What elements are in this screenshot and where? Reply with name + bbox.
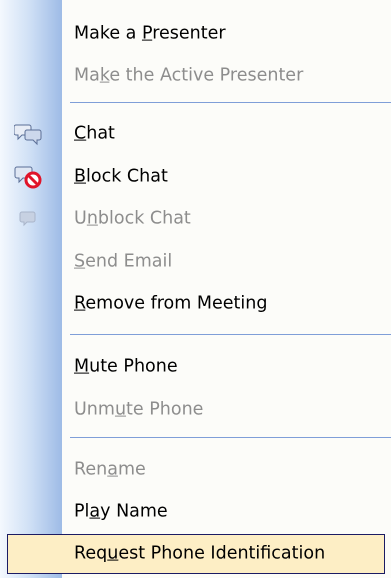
menu-item-label: Make a Presenter	[74, 23, 226, 44]
menu-item-mute-phone[interactable]: Mute Phone	[0, 347, 391, 387]
menu-item-send-email[interactable]: Send Email	[0, 242, 391, 282]
menu-item-label: Make the Active Presenter	[74, 65, 304, 86]
menu-item-rename[interactable]: Rename	[0, 450, 391, 490]
context-menu: Make a Presenter Make the Active Present…	[0, 0, 391, 578]
menu-item-remove-from-meeting[interactable]: Remove from Meeting	[0, 284, 391, 324]
menu-item-label: Unblock Chat	[74, 208, 191, 229]
menu-separator	[70, 334, 391, 335]
menu-item-label: Send Email	[74, 251, 173, 272]
menu-item-label: Chat	[74, 123, 115, 144]
menu-item-make-active-presenter[interactable]: Make the Active Presenter	[0, 56, 391, 96]
menu-item-label: Play Name	[74, 501, 168, 522]
menu-item-block-chat[interactable]: Block Chat	[0, 157, 391, 197]
menu-item-label: Request Phone Identification	[74, 543, 326, 564]
menu-item-unblock-chat[interactable]: Unblock Chat	[0, 199, 391, 239]
unblock-chat-icon	[19, 211, 36, 227]
chat-bubbles-icon	[14, 124, 42, 146]
menu-item-label: Rename	[74, 459, 146, 480]
menu-item-label: Unmute Phone	[74, 399, 204, 420]
menu-item-label: Mute Phone	[74, 356, 178, 377]
block-chat-icon	[14, 166, 42, 189]
menu-separator	[70, 437, 391, 438]
menu-item-label: Block Chat	[74, 166, 168, 187]
menu-item-unmute-phone[interactable]: Unmute Phone	[0, 390, 391, 430]
menu-item-label: Remove from Meeting	[74, 293, 268, 314]
menu-item-request-phone-identification[interactable]: Request Phone Identification	[7, 534, 385, 574]
menu-item-make-presenter[interactable]: Make a Presenter	[0, 14, 391, 54]
menu-separator	[70, 102, 391, 103]
menu-item-chat[interactable]: Chat	[0, 114, 391, 154]
menu-item-play-name[interactable]: Play Name	[0, 492, 391, 532]
